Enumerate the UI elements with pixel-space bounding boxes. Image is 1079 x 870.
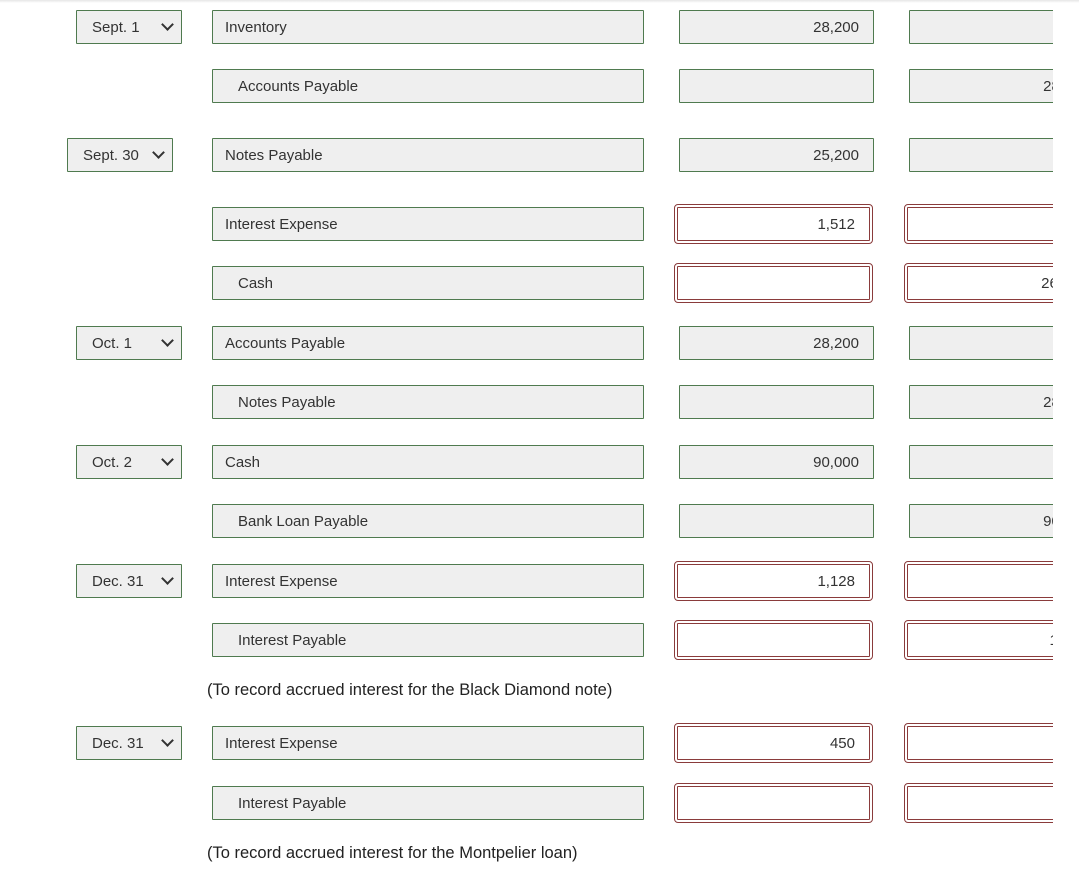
entry-note: (To record accrued interest for the Mont… — [207, 844, 578, 862]
debit-amount-input[interactable]: 28,200 — [679, 326, 874, 360]
date-value: Oct. 2 — [92, 453, 133, 471]
credit-amount-input[interactable]: 28,200 — [909, 69, 1053, 103]
debit-amount-input[interactable]: 450 — [674, 723, 873, 763]
account-name: Bank Loan Payable — [238, 512, 369, 530]
chevron-down-icon — [161, 572, 174, 585]
debit-amount-input[interactable]: 25,200 — [679, 138, 874, 172]
credit-amount-input[interactable] — [904, 561, 1053, 601]
account-field[interactable]: Cash — [212, 445, 644, 479]
account-name: Notes Payable — [238, 393, 336, 411]
account-field[interactable]: Bank Loan Payable — [212, 504, 644, 538]
credit-amount-input[interactable] — [909, 445, 1053, 479]
credit-value: 28,200 — [1043, 393, 1053, 411]
date-value: Dec. 31 — [92, 734, 144, 752]
debit-amount-input[interactable] — [674, 263, 873, 303]
debit-amount-input[interactable]: 90,000 — [679, 445, 874, 479]
account-field[interactable]: Interest Expense — [212, 726, 644, 760]
credit-amount-input[interactable] — [904, 723, 1053, 763]
account-field[interactable]: Accounts Payable — [212, 69, 644, 103]
credit-amount-input[interactable]: 28,200 — [909, 385, 1053, 419]
date-value: Oct. 1 — [92, 334, 133, 352]
credit-value: 1,128 — [1049, 632, 1053, 649]
date-value: Sept. 30 — [83, 146, 139, 164]
credit-amount-input[interactable] — [904, 783, 1053, 823]
account-field[interactable]: Interest Expense — [212, 564, 644, 598]
credit-value: 90,000 — [1043, 512, 1053, 530]
debit-value: 25,200 — [813, 146, 859, 164]
chevron-down-icon — [152, 146, 165, 159]
entry-note: (To record accrued interest for the Blac… — [207, 681, 613, 699]
account-name: Interest Payable — [238, 631, 347, 649]
account-name: Cash — [238, 274, 274, 292]
account-name: Interest Expense — [225, 215, 338, 233]
account-name: Inventory — [225, 18, 287, 36]
account-field[interactable]: Inventory — [212, 10, 644, 44]
account-name: Accounts Payable — [238, 77, 359, 95]
debit-amount-input[interactable] — [674, 620, 873, 660]
debit-amount-input[interactable] — [679, 69, 874, 103]
account-field[interactable]: Notes Payable — [212, 138, 644, 172]
journal-entries: Sept. 1 Inventory 28,200 Accounts Payable 28… — [0, 0, 1053, 870]
debit-amount-input[interactable] — [674, 783, 873, 823]
date-select[interactable]: Dec. 31 — [76, 726, 182, 760]
date-select[interactable]: Dec. 31 — [76, 564, 182, 598]
account-name: Accounts Payable — [225, 334, 346, 352]
account-field[interactable]: Accounts Payable — [212, 326, 644, 360]
account-name: Interest Payable — [238, 794, 347, 812]
account-name: Interest Expense — [225, 572, 338, 590]
debit-value: 28,200 — [813, 18, 859, 36]
chevron-down-icon — [161, 453, 174, 466]
credit-amount-input[interactable]: 90,000 — [909, 504, 1053, 538]
date-select[interactable]: Sept. 30 — [67, 138, 173, 172]
credit-amount-input[interactable] — [909, 138, 1053, 172]
chevron-down-icon — [161, 334, 174, 347]
date-select[interactable]: Oct. 1 — [76, 326, 182, 360]
credit-value: 28,200 — [1043, 77, 1053, 95]
chevron-down-icon — [161, 18, 174, 31]
debit-amount-input[interactable] — [679, 385, 874, 419]
account-field[interactable]: Notes Payable — [212, 385, 644, 419]
account-name: Notes Payable — [225, 146, 323, 164]
date-select[interactable]: Oct. 2 — [76, 445, 182, 479]
debit-amount-input[interactable]: 28,200 — [679, 10, 874, 44]
credit-amount-input[interactable] — [904, 204, 1053, 244]
account-name: Cash — [225, 453, 261, 471]
date-value: Sept. 1 — [92, 18, 140, 36]
debit-amount-input[interactable]: 1,512 — [674, 204, 873, 244]
account-field[interactable]: Interest Payable — [212, 786, 644, 820]
account-field[interactable]: Interest Payable — [212, 623, 644, 657]
credit-amount-input[interactable]: 1,128 — [904, 620, 1053, 660]
debit-amount-input[interactable]: 1,128 — [674, 561, 873, 601]
debit-value: 28,200 — [813, 334, 859, 352]
credit-value: 26,712 — [1041, 274, 1053, 292]
debit-value: 450 — [829, 734, 855, 752]
credit-amount-input[interactable] — [909, 326, 1053, 360]
date-value: Dec. 31 — [92, 572, 144, 590]
account-name: Interest Expense — [225, 734, 338, 752]
debit-amount-input[interactable] — [679, 504, 874, 538]
chevron-down-icon — [161, 734, 174, 747]
credit-amount-input[interactable] — [909, 10, 1053, 44]
account-field[interactable]: Cash — [212, 266, 644, 300]
debit-value: 1,512 — [817, 215, 855, 233]
debit-value: 90,000 — [813, 453, 859, 471]
debit-value: 1,128 — [817, 572, 855, 590]
credit-amount-input[interactable]: 26,712 — [904, 263, 1053, 303]
date-select[interactable]: Sept. 1 — [76, 10, 182, 44]
account-field[interactable]: Interest Expense — [212, 207, 644, 241]
